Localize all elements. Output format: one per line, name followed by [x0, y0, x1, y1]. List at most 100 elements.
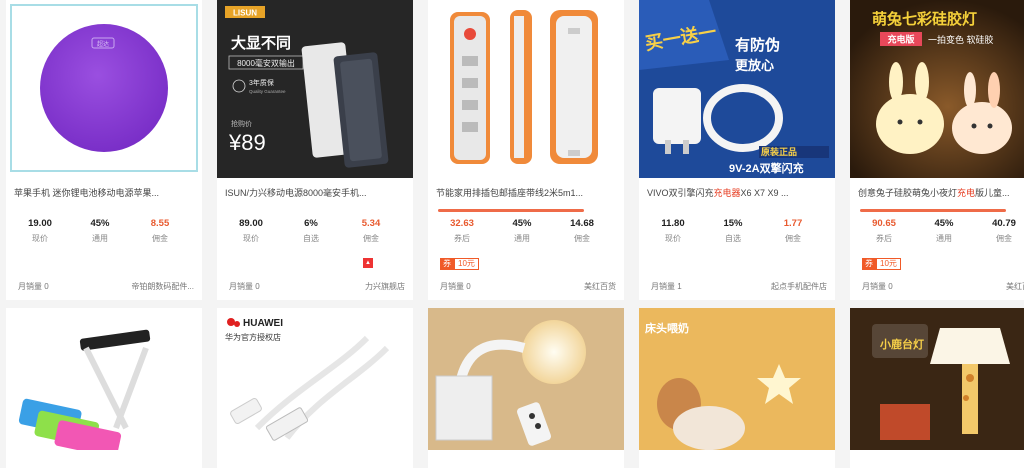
price-label: 券后: [454, 234, 470, 243]
authentic-tag: 原装正品: [761, 146, 797, 157]
warranty-text: 3年质保: [249, 78, 274, 87]
price-value: 89.00: [239, 218, 263, 229]
product-card[interactable]: HUAWEI 华为官方授权店: [217, 308, 413, 468]
coupon-badge[interactable]: 券 10元: [862, 258, 901, 270]
brand-logo: HUAWEI: [243, 318, 283, 329]
monthly-sales: 月销量 0: [862, 282, 893, 291]
huawei-cable-image[interactable]: HUAWEI 华为官方授权店: [217, 308, 413, 450]
spec-text: 9V-2A双擎闪充: [729, 161, 804, 175]
deer-lamp-image[interactable]: 小鹿台灯: [850, 308, 1024, 450]
ad-headline: 大显不同: [231, 34, 291, 52]
product-card[interactable]: 买一送一 有防伪 更放心 原装正品 9V-2A双擎闪充 VIVO双引擎闪充充电器…: [639, 0, 835, 300]
stats-row: 11.80 现价 15% 自选 1.77 佣金: [639, 218, 835, 244]
slogan-line2: 更放心: [735, 58, 774, 73]
commission-label: 佣金: [152, 234, 168, 243]
monthly-sales: 月销量 0: [440, 282, 471, 291]
rate-label: 通用: [936, 234, 952, 243]
price-value: 11.80: [661, 218, 685, 229]
product-card[interactable]: 小鹿台灯: [850, 308, 1024, 468]
rate-label: 自选: [725, 234, 741, 243]
rate-value: 15%: [723, 218, 743, 229]
brand-logo: LISUN: [233, 9, 257, 18]
rate-value: 6%: [304, 218, 318, 229]
product-image[interactable]: 买一送一 有防伪 更放心 原装正品 9V-2A双擎闪充: [639, 0, 835, 178]
price-label: 现价: [243, 234, 259, 243]
product-card[interactable]: LISUN 大显不同 8000毫安双输出 3年质保 Quality Guaran…: [217, 0, 413, 300]
shop-name[interactable]: 美红百货: [1006, 281, 1024, 292]
night-light-remote-image[interactable]: [428, 308, 624, 450]
quality-text: Quality Guarantee: [249, 89, 286, 94]
commission-label: 佣金: [785, 234, 801, 243]
coupon-value: 10元: [876, 258, 901, 270]
slogan-line1: 有防伪: [735, 36, 780, 54]
product-card[interactable]: [6, 308, 202, 468]
card-footer: 月销量 0 帝铂朗数码配件...: [18, 281, 194, 292]
shop-name[interactable]: 起点手机配件店: [771, 281, 827, 292]
tmall-icon: ▲: [363, 258, 373, 268]
product-image[interactable]: 超达: [6, 0, 202, 178]
card-footer: 月销量 1 起点手机配件店: [651, 281, 827, 292]
product-title[interactable]: VIVO双引擎闪充充电器X6 X7 X9 ...: [647, 186, 827, 199]
product-card[interactable]: 萌兔七彩硅胶灯 充电版 一拍变色 软硅胶 创意兔子硅胶萌兔小夜灯充电版儿童...: [850, 0, 1024, 300]
price-label: 券后: [876, 234, 892, 243]
feeding-night-light-image[interactable]: 床头喂奶: [639, 308, 835, 450]
product-card[interactable]: 超达 苹果手机 迷你锂电池移动电源苹果... 19.00 现价 45% 通用 8.5…: [6, 0, 202, 300]
ad-subline: 8000毫安双输出: [237, 58, 295, 68]
price-value: 19.00: [28, 218, 52, 229]
power-bank-ad-image: LISUN 大显不同 8000毫安双输出 3年质保 Quality Guaran…: [217, 0, 413, 178]
price-label-text: 抢购价: [231, 119, 252, 128]
stats-row: 32.63 券后 45% 通用 14.68 佣金: [428, 218, 624, 244]
image-caption: 小鹿台灯: [879, 337, 924, 351]
product-card[interactable]: [428, 308, 624, 468]
card-footer: 月销量 0 美红百货: [862, 281, 1024, 292]
coupon-tag: 券: [862, 258, 876, 270]
store-label: 华为官方授权店: [225, 332, 281, 342]
price-value: 90.65: [872, 218, 896, 229]
ad-tag: 充电版: [887, 34, 914, 45]
rabbit-night-light-image: 萌兔七彩硅胶灯 充电版 一拍变色 软硅胶: [850, 0, 1024, 178]
commission-value: 14.68: [570, 218, 594, 229]
ad-headline: 萌兔七彩硅胶灯: [872, 10, 977, 28]
product-card[interactable]: 节能家用排插包邮插座带线2米5m1... 32.63 券后 45% 通用 14.68…: [428, 0, 624, 300]
power-strip-image: [428, 0, 624, 178]
rate-value: 45%: [512, 218, 532, 229]
rate-value: 45%: [934, 218, 954, 229]
shop-name[interactable]: 力兴旗舰店: [365, 281, 405, 292]
shop-name[interactable]: 美红百货: [584, 281, 616, 292]
coupon-value: 10元: [454, 258, 479, 270]
monthly-sales: 月销量 1: [651, 282, 682, 291]
product-card[interactable]: 床头喂奶: [639, 308, 835, 468]
rate-label: 通用: [92, 234, 108, 243]
card-footer: 月销量 0 力兴旗舰店: [229, 281, 405, 292]
product-grid: 超达 苹果手机 迷你锂电池移动电源苹果... 19.00 现价 45% 通用 8.5…: [0, 0, 1024, 468]
rate-label: 通用: [514, 234, 530, 243]
product-title[interactable]: 节能家用排插包邮插座带线2米5m1...: [436, 186, 616, 199]
product-title[interactable]: 创意兔子硅胶萌兔小夜灯充电版儿童...: [858, 186, 1024, 199]
product-image[interactable]: 萌兔七彩硅胶灯 充电版 一拍变色 软硅胶: [850, 0, 1024, 178]
progress-bar: [438, 209, 584, 212]
commission-value: 40.79: [992, 218, 1016, 229]
price-label: 现价: [32, 234, 48, 243]
commission-label: 佣金: [996, 234, 1012, 243]
monthly-sales: 月销量 0: [229, 282, 260, 291]
led-desk-lamp-image[interactable]: [6, 308, 202, 458]
commission-label: 佣金: [363, 234, 379, 243]
ad-subline: 一拍变色 软硅胶: [928, 34, 994, 45]
stats-row: 89.00 现价 6% 自选 5.34 佣金: [217, 218, 413, 244]
price-value: 32.63: [450, 218, 474, 229]
image-caption: 床头喂奶: [645, 321, 689, 335]
monthly-sales: 月销量 0: [18, 282, 49, 291]
commission-label: 佣金: [574, 234, 590, 243]
progress-bar: [860, 209, 1006, 212]
rate-value: 45%: [90, 218, 110, 229]
product-image[interactable]: LISUN 大显不同 8000毫安双输出 3年质保 Quality Guaran…: [217, 0, 413, 178]
product-title[interactable]: 苹果手机 迷你锂电池移动电源苹果...: [14, 186, 194, 199]
product-image[interactable]: [428, 0, 624, 178]
coupon-badge[interactable]: 券 10元: [440, 258, 479, 270]
shop-name[interactable]: 帝铂朗数码配件...: [131, 281, 194, 292]
card-footer: 月销量 0 美红百货: [440, 281, 616, 292]
coupon-tag: 券: [440, 258, 454, 270]
commission-value: 1.77: [783, 218, 803, 229]
product-title[interactable]: ISUN/力兴移动电源8000毫安手机...: [225, 186, 405, 199]
price-label: 现价: [665, 234, 681, 243]
